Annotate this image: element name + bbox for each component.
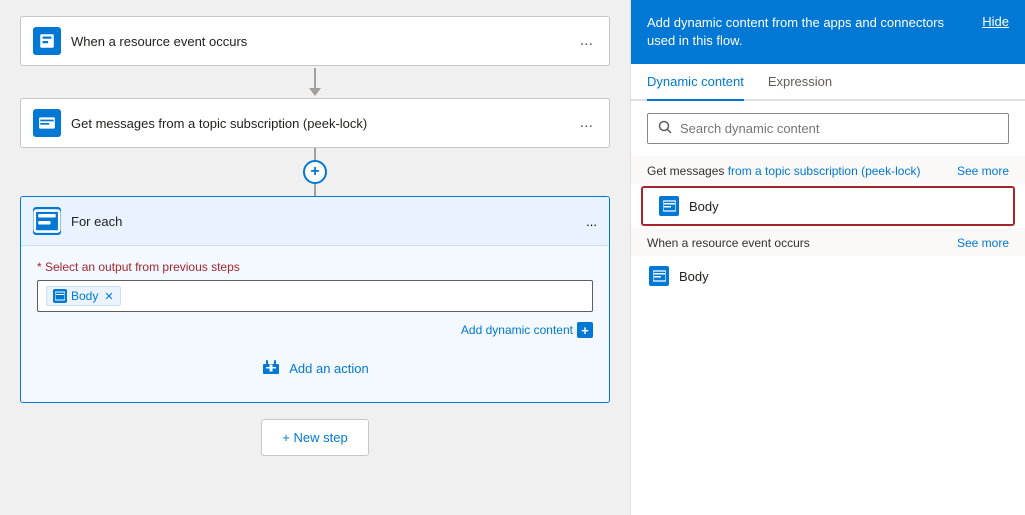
flow-canvas: When a resource event occurs ... Get mes… <box>0 0 630 515</box>
tab-expression-label: Expression <box>768 74 832 89</box>
arrow1-line <box>314 68 316 88</box>
panel-header-text: Add dynamic content from the apps and co… <box>647 14 947 50</box>
panel-header: Add dynamic content from the apps and co… <box>631 0 1025 64</box>
section1-body-item[interactable]: Body <box>641 186 1015 226</box>
section2-see-more[interactable]: See more <box>957 236 1009 250</box>
field-label: * Select an output from previous steps <box>37 260 593 274</box>
plus-line-bottom <box>314 184 316 196</box>
new-step-label: + New step <box>282 430 347 445</box>
arrow1-head <box>309 88 321 96</box>
foreach-body: * Select an output from previous steps B… <box>21 246 609 402</box>
arrow1 <box>309 68 321 96</box>
plus-line-top <box>314 148 316 160</box>
section2-body-label: Body <box>679 269 709 284</box>
hide-button[interactable]: Hide <box>982 14 1009 29</box>
token-close[interactable]: ✕ <box>104 290 113 303</box>
section1-header: Get messages from a topic subscription (… <box>631 156 1025 184</box>
section-get-messages: Get messages from a topic subscription (… <box>631 156 1025 226</box>
step-resource-event: When a resource event occurs ... <box>20 16 610 66</box>
foreach-icon <box>33 207 61 235</box>
add-dynamic-content-label: Add dynamic content <box>461 323 573 337</box>
tab-dynamic-content[interactable]: Dynamic content <box>647 64 744 101</box>
tab-expression[interactable]: Expression <box>768 64 832 101</box>
plus-connector: + <box>303 148 327 196</box>
step1-icon <box>33 27 61 55</box>
token-label: Body <box>71 289 98 303</box>
section1-body-label: Body <box>689 199 719 214</box>
section2-title: When a resource event occurs <box>647 236 810 250</box>
section2-body-item[interactable]: Body <box>631 256 1025 296</box>
section2-header: When a resource event occurs See more <box>631 228 1025 256</box>
tab-dynamic-label: Dynamic content <box>647 74 744 89</box>
plus-button[interactable]: + <box>303 160 327 184</box>
add-action-button[interactable]: Add an action <box>253 354 377 382</box>
step2-title: Get messages from a topic subscription (… <box>71 116 576 131</box>
search-input[interactable] <box>680 121 998 136</box>
section2-body-icon <box>649 266 669 286</box>
token-input[interactable]: Body ✕ <box>37 280 593 312</box>
step2-icon <box>33 109 61 137</box>
add-dynamic-plus-icon: + <box>577 322 593 338</box>
add-dynamic-content-link[interactable]: Add dynamic content + <box>461 322 593 338</box>
section-resource-event: When a resource event occurs See more Bo… <box>631 228 1025 296</box>
step-get-messages: Get messages from a topic subscription (… <box>20 98 610 148</box>
step2-menu[interactable]: ... <box>576 114 597 132</box>
token-icon <box>53 289 67 303</box>
search-box[interactable] <box>647 113 1009 144</box>
foreach-header: For each ... <box>21 197 609 246</box>
dynamic-content-panel: Add dynamic content from the apps and co… <box>630 0 1025 515</box>
step1-menu[interactable]: ... <box>576 32 597 50</box>
search-icon <box>658 120 672 137</box>
add-action-icon <box>261 358 281 378</box>
section1-see-more[interactable]: See more <box>957 164 1009 178</box>
step1-title: When a resource event occurs <box>71 34 576 49</box>
add-dynamic-row: Add dynamic content + <box>37 322 593 338</box>
section1-title: Get messages from a topic subscription (… <box>647 164 920 178</box>
section1-body-icon <box>659 196 679 216</box>
panel-tabs: Dynamic content Expression <box>631 64 1025 101</box>
body-token: Body ✕ <box>46 286 121 306</box>
foreach-title: For each <box>71 214 586 229</box>
add-action-label: Add an action <box>289 361 369 376</box>
panel-scroll-area: Get messages from a topic subscription (… <box>631 101 1025 515</box>
foreach-card: For each ... * Select an output from pre… <box>20 196 610 403</box>
new-step-button[interactable]: + New step <box>261 419 368 456</box>
foreach-menu[interactable]: ... <box>586 214 597 229</box>
